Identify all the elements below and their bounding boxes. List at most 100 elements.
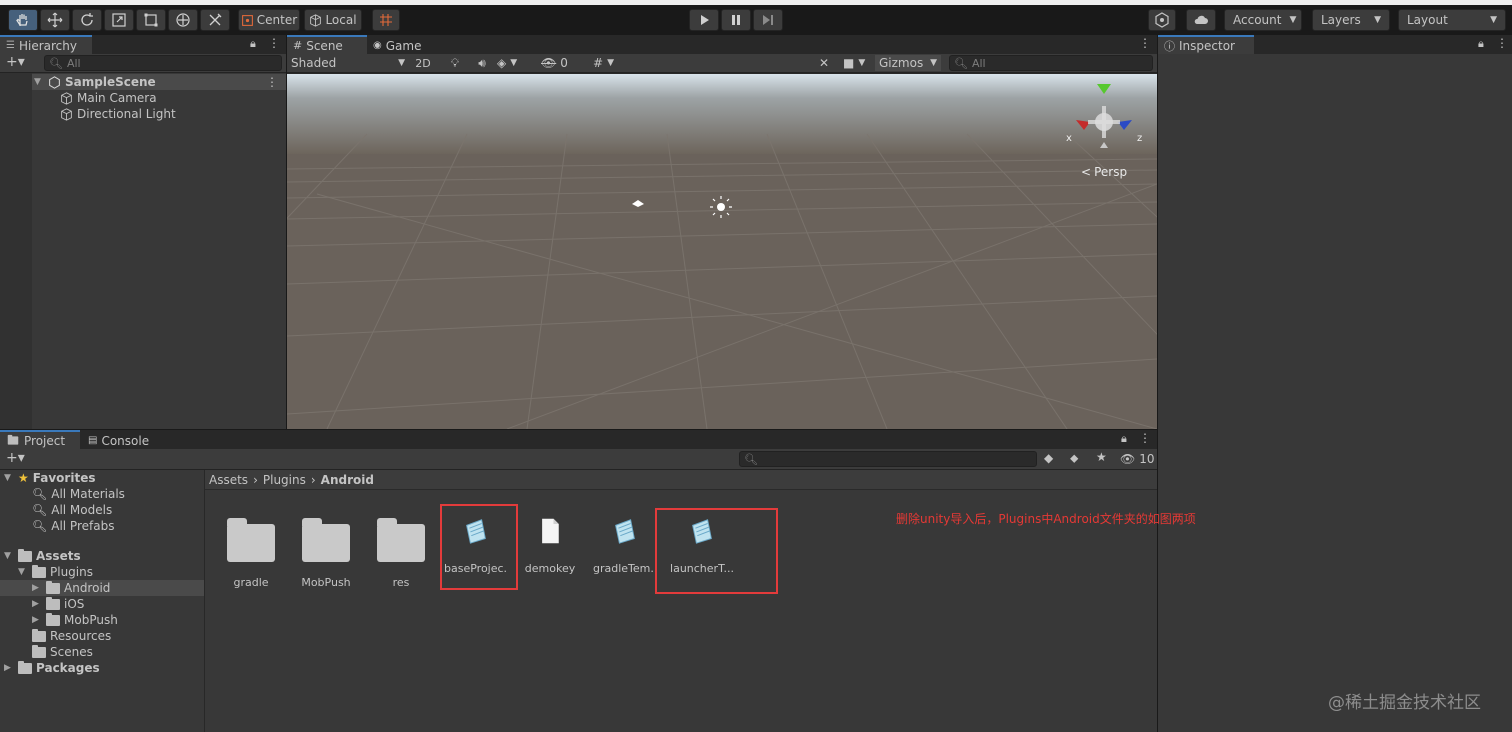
tree-favorites[interactable]: ▼ ★ Favorites bbox=[4, 470, 95, 486]
asset-item-mobpush[interactable]: MobPush bbox=[294, 516, 358, 589]
expand-triangle-icon[interactable]: ▼ bbox=[34, 77, 44, 87]
favorite-all-models[interactable]: 🔍︎ All Models bbox=[32, 502, 112, 518]
expand-triangle-icon[interactable]: ▼ bbox=[4, 473, 14, 483]
hierarchy-panel: ☰ Hierarchy 🔒︎ ⋮ +▾ 🔍︎ All ▼ SampleScene… bbox=[0, 35, 286, 429]
cube-icon bbox=[310, 13, 322, 27]
transform-tool-icon[interactable] bbox=[168, 9, 198, 31]
add-icon[interactable]: +▾ bbox=[6, 450, 25, 466]
expand-triangle-icon[interactable]: ▼ bbox=[18, 567, 28, 577]
favorite-all-materials[interactable]: 🔍︎ All Materials bbox=[32, 486, 125, 502]
axis-x-label: x bbox=[1066, 133, 1072, 144]
expand-triangle-icon[interactable]: ▶ bbox=[32, 615, 42, 625]
rotate-tool-icon[interactable] bbox=[72, 9, 102, 31]
hierarchy-search-input[interactable]: 🔍︎ All bbox=[44, 55, 282, 71]
tab-inspector[interactable]: ⓘ Inspector bbox=[1158, 35, 1254, 54]
filter-type-icon[interactable]: ◆ bbox=[1044, 451, 1053, 465]
tree-plugins[interactable]: ▼ Plugins bbox=[18, 564, 93, 580]
asset-item-demokey[interactable]: demokey bbox=[518, 516, 582, 575]
scene-row[interactable]: ▼ SampleScene ⋮ bbox=[32, 74, 286, 90]
lock-icon[interactable]: 🔒︎ bbox=[1478, 37, 1484, 51]
expand-triangle-icon[interactable]: ▶ bbox=[32, 599, 42, 609]
asset-item-gradle[interactable]: gradle bbox=[219, 516, 283, 589]
folder-icon bbox=[18, 660, 32, 674]
tab-scene[interactable]: # Scene bbox=[287, 35, 367, 54]
scale-tool-icon[interactable] bbox=[104, 9, 134, 31]
hand-tool-icon[interactable] bbox=[8, 9, 38, 31]
search-icon: 🔍︎ bbox=[32, 487, 48, 501]
scene-search-placeholder: All bbox=[971, 56, 986, 70]
hidden-packages-toggle[interactable]: 👁︎ 10 bbox=[1120, 451, 1155, 467]
more-menu-icon[interactable]: ⋮ bbox=[1139, 431, 1151, 445]
lighting-toggle-icon[interactable]: 💡︎ bbox=[444, 55, 466, 71]
favorite-all-prefabs[interactable]: 🔍︎ All Prefabs bbox=[32, 518, 114, 534]
tab-hierarchy[interactable]: ☰ Hierarchy bbox=[0, 35, 92, 54]
layout-dropdown[interactable]: Layout ▼ bbox=[1398, 9, 1506, 31]
chevron-down-icon: ▼ bbox=[858, 58, 866, 68]
breadcrumb-android[interactable]: Android bbox=[321, 473, 374, 487]
tree-packages[interactable]: ▶ Packages bbox=[4, 660, 100, 676]
expand-triangle-icon[interactable]: ▶ bbox=[32, 583, 42, 593]
hierarchy-searchbar: +▾ 🔍︎ All bbox=[0, 54, 286, 73]
chevron-down-icon: ▼ bbox=[1490, 15, 1497, 25]
tab-project[interactable]: Project bbox=[0, 430, 80, 449]
pause-button[interactable] bbox=[721, 9, 751, 31]
grid-icon: # bbox=[293, 39, 303, 52]
grid-snap-icon[interactable] bbox=[372, 9, 400, 31]
tab-game[interactable]: ◉ Game bbox=[367, 35, 427, 54]
tree-assets[interactable]: ▼ Assets bbox=[4, 548, 81, 564]
folder-open-icon bbox=[18, 548, 32, 562]
tools-icon[interactable]: ✕ bbox=[819, 55, 835, 71]
pivot-center-button[interactable]: Center bbox=[238, 9, 300, 31]
more-menu-icon[interactable]: ⋮ bbox=[1139, 36, 1151, 50]
account-dropdown[interactable]: Account ▼ bbox=[1224, 9, 1302, 31]
step-button[interactable] bbox=[753, 9, 783, 31]
asset-item-res[interactable]: res bbox=[369, 516, 433, 589]
custom-tool-icon[interactable] bbox=[200, 9, 230, 31]
favorite-star-icon[interactable]: ★ bbox=[1096, 450, 1107, 464]
lock-icon[interactable]: 🔒︎ bbox=[1121, 432, 1127, 446]
chevron-down-icon: ▼ bbox=[1374, 15, 1381, 25]
move-tool-icon[interactable] bbox=[40, 9, 70, 31]
projection-toggle[interactable]: < Persp bbox=[1081, 165, 1127, 179]
expand-triangle-icon[interactable]: ▼ bbox=[4, 551, 14, 561]
folder-icon bbox=[302, 518, 350, 562]
scene-visibility-toggle[interactable]: 👁︎ 0 bbox=[541, 55, 571, 71]
tree-resources[interactable]: Resources bbox=[32, 628, 111, 644]
lock-icon[interactable]: 🔒︎ bbox=[250, 37, 256, 51]
tab-console[interactable]: ▤ Console bbox=[82, 430, 162, 449]
asset-item-gradletemplate[interactable]: gradleTem... bbox=[593, 516, 657, 575]
toggle-2d-button[interactable]: 2D bbox=[411, 55, 435, 71]
rect-tool-icon[interactable] bbox=[136, 9, 166, 31]
scene-viewport[interactable]: x z < Persp bbox=[287, 74, 1157, 429]
camera-dropdown[interactable]: ■ ▼ bbox=[843, 55, 873, 71]
tree-android[interactable]: ▶ Android bbox=[0, 580, 204, 596]
audio-toggle-icon[interactable]: 🔊︎ bbox=[472, 55, 492, 71]
grid-snapping-dropdown[interactable]: # ▼ bbox=[593, 55, 633, 71]
tree-ios[interactable]: ▶ iOS bbox=[32, 596, 84, 612]
add-icon[interactable]: +▾ bbox=[6, 54, 25, 70]
hierarchy-item-main-camera[interactable]: Main Camera bbox=[60, 90, 157, 106]
collab-icon[interactable] bbox=[1148, 9, 1176, 31]
breadcrumb-assets[interactable]: Assets bbox=[209, 473, 248, 487]
scene-menu-icon[interactable]: ⋮ bbox=[266, 75, 278, 89]
layers-dropdown[interactable]: Layers ▼ bbox=[1312, 9, 1390, 31]
pivot-local-button[interactable]: Local bbox=[304, 9, 362, 31]
gizmos-dropdown[interactable]: Gizmos ▼ bbox=[875, 55, 941, 71]
folder-open-icon bbox=[32, 564, 46, 578]
breadcrumb-plugins[interactable]: Plugins bbox=[263, 473, 306, 487]
tree-scenes[interactable]: Scenes bbox=[32, 644, 93, 660]
more-menu-icon[interactable]: ⋮ bbox=[268, 36, 280, 50]
filter-label-icon[interactable]: ⬥ bbox=[1070, 451, 1078, 466]
tree-mobpush[interactable]: ▶ MobPush bbox=[32, 612, 118, 628]
effects-dropdown[interactable]: ◈ ▼ bbox=[497, 55, 537, 71]
cloud-icon[interactable] bbox=[1186, 9, 1216, 31]
chevron-down-icon: ▼ bbox=[510, 58, 518, 68]
scene-search-input[interactable]: 🔍︎ All bbox=[949, 55, 1153, 71]
expand-triangle-icon[interactable]: ▶ bbox=[4, 663, 14, 673]
project-search-input[interactable]: 🔍︎ bbox=[739, 451, 1037, 467]
hierarchy-item-directional-light[interactable]: Directional Light bbox=[60, 106, 176, 122]
folder-icon bbox=[32, 644, 46, 658]
more-menu-icon[interactable]: ⋮ bbox=[1496, 36, 1508, 50]
shading-mode-dropdown[interactable]: Shaded ▼ bbox=[291, 55, 405, 71]
play-button[interactable] bbox=[689, 9, 719, 31]
